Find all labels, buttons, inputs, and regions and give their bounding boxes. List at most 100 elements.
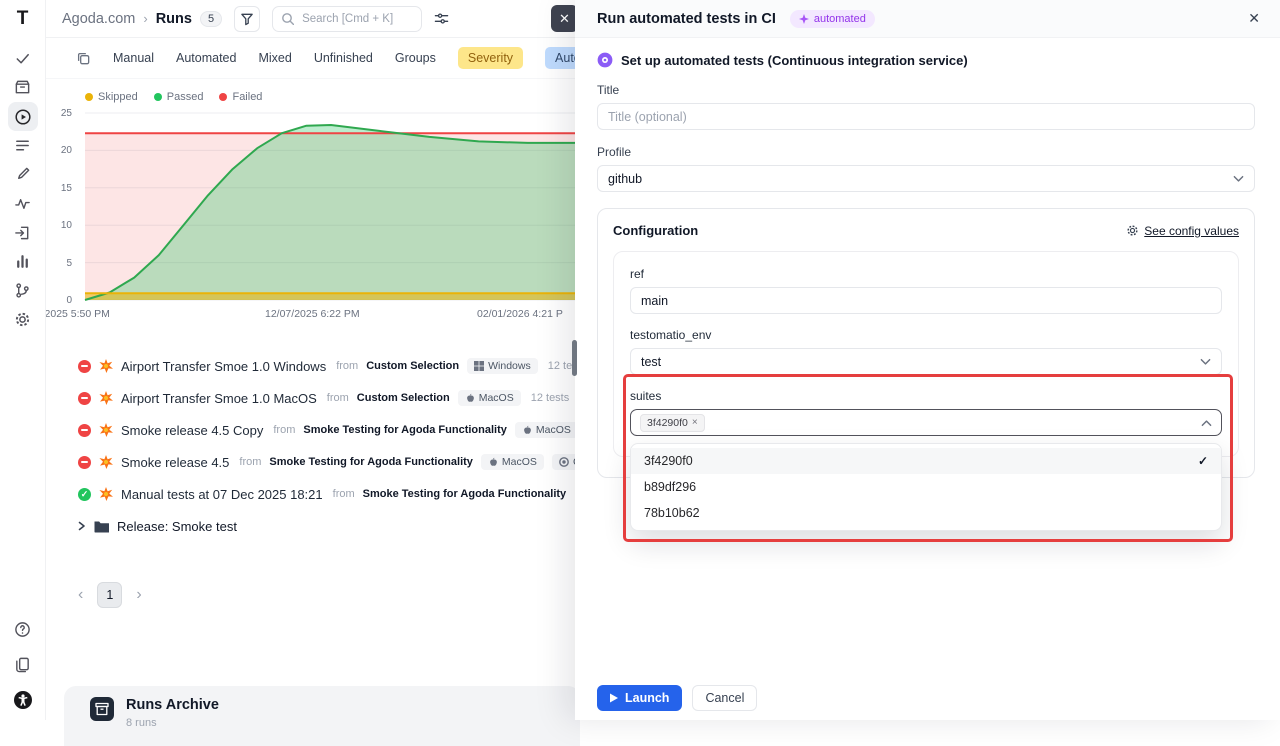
- list-icon: [14, 137, 31, 154]
- legend-item-failed: Failed: [219, 91, 262, 103]
- app-logo[interactable]: T: [17, 8, 29, 30]
- popover-close-button[interactable]: ✕: [551, 5, 578, 32]
- chevron-up-icon[interactable]: [1201, 419, 1212, 427]
- remove-tag-icon[interactable]: ×: [692, 417, 698, 428]
- burst-icon: [99, 423, 113, 437]
- burst-icon: [99, 487, 113, 501]
- branch-icon: [14, 282, 31, 299]
- env-select[interactable]: test: [630, 348, 1222, 375]
- run-from-label: from: [239, 456, 261, 468]
- run-row[interactable]: Manual tests at 07 Dec 2025 18:21 from S…: [78, 478, 580, 510]
- main-pane: Agoda.com › Runs 5 ✕ Manual Automated Mi…: [46, 0, 580, 720]
- folder-label[interactable]: Release: Smoke test: [117, 519, 237, 534]
- env-field-label: testomatio_env: [630, 328, 1222, 342]
- x-tick-label: 02/01/2026 4:21 P: [477, 308, 563, 320]
- run-row[interactable]: Airport Transfer Smoe 1.0 MacOS from Cus…: [78, 382, 580, 414]
- apple-icon: [522, 425, 532, 435]
- search-input[interactable]: [300, 12, 413, 26]
- play-circle-icon: [14, 108, 32, 126]
- sidebar-item-help[interactable]: [8, 615, 38, 644]
- tab-severity[interactable]: Severity: [458, 47, 523, 69]
- automated-badge-label: automated: [814, 13, 866, 25]
- play-icon: [610, 693, 618, 703]
- sidebar-item-branches[interactable]: [8, 276, 38, 305]
- sidebar-item-plans[interactable]: [8, 131, 38, 160]
- run-source: Custom Selection: [357, 392, 450, 404]
- dropdown-option[interactable]: b89df296: [631, 474, 1221, 500]
- chevron-right-icon[interactable]: [78, 521, 86, 531]
- current-page-button[interactable]: 1: [97, 582, 122, 608]
- run-row[interactable]: Smoke release 4.5 from Smoke Testing for…: [78, 446, 580, 478]
- profile-select-value: github: [608, 172, 642, 186]
- suites-multiselect[interactable]: 3f4290f0 ×: [630, 409, 1222, 436]
- modal-section-header: Set up automated tests (Continuous integ…: [597, 52, 1255, 68]
- tab-manual[interactable]: Manual: [113, 51, 154, 65]
- sidebar-item-reports[interactable]: [8, 247, 38, 276]
- dropdown-option[interactable]: 3f4290f0 ✓: [631, 448, 1221, 474]
- scrollbar-thumb[interactable]: [572, 340, 577, 376]
- filter-button[interactable]: [234, 6, 260, 32]
- sidebar-item-accessibility[interactable]: [8, 685, 38, 714]
- check-icon: ✓: [1198, 454, 1208, 468]
- dropdown-option[interactable]: 78b10b62: [631, 500, 1221, 526]
- tab-unfinished[interactable]: Unfinished: [314, 51, 373, 65]
- profile-field-label: Profile: [597, 145, 1255, 159]
- cancel-button[interactable]: Cancel: [692, 685, 757, 711]
- run-title[interactable]: Airport Transfer Smoe 1.0 MacOS: [121, 391, 317, 406]
- sidebar-item-import[interactable]: [8, 218, 38, 247]
- chart-plot-area: 0510152025: [85, 113, 577, 300]
- run-title[interactable]: Manual tests at 07 Dec 2025 18:21: [121, 487, 323, 502]
- brush-icon: [14, 166, 31, 183]
- next-page-button[interactable]: ›: [136, 587, 141, 603]
- burst-icon: [99, 391, 113, 405]
- pages-icon[interactable]: [76, 51, 91, 66]
- sidebar-item-checks[interactable]: [8, 44, 38, 73]
- profile-select[interactable]: github: [597, 165, 1255, 192]
- run-title[interactable]: Smoke release 4.5 Copy: [121, 423, 263, 438]
- suites-dropdown: 3f4290f0 ✓ b89df296 78b10b62: [630, 443, 1222, 531]
- sidebar-item-suites[interactable]: [8, 73, 38, 102]
- runs-archive-card[interactable]: Runs Archive 8 runs: [64, 686, 580, 746]
- launch-button-label: Launch: [625, 691, 669, 705]
- run-row[interactable]: Smoke release 4.5 Copy from Smoke Testin…: [78, 414, 580, 446]
- launch-button[interactable]: Launch: [597, 685, 682, 711]
- sidebar-item-settings[interactable]: [8, 305, 38, 334]
- y-tick-label: 20: [61, 145, 72, 156]
- run-title[interactable]: Smoke release 4.5: [121, 455, 229, 470]
- see-config-values-link[interactable]: See config values: [1126, 224, 1239, 238]
- title-input[interactable]: [597, 103, 1255, 130]
- breadcrumb-project[interactable]: Agoda.com: [62, 11, 135, 27]
- tab-automated[interactable]: Automated: [176, 51, 236, 65]
- failed-status-icon: [78, 360, 91, 373]
- option-label: 78b10b62: [644, 506, 700, 520]
- run-title[interactable]: Airport Transfer Smoe 1.0 Windows: [121, 359, 326, 374]
- search-box[interactable]: [272, 6, 422, 32]
- import-icon: [14, 224, 31, 241]
- prev-page-button[interactable]: ‹: [78, 587, 83, 603]
- breadcrumb-page[interactable]: Runs: [156, 11, 192, 27]
- run-row[interactable]: Airport Transfer Smoe 1.0 Windows from C…: [78, 350, 580, 382]
- sidebar-item-analytics[interactable]: [8, 189, 38, 218]
- chevron-down-icon: [1233, 175, 1244, 183]
- run-folder-row[interactable]: Release: Smoke test: [78, 510, 580, 542]
- env-select-value: test: [641, 355, 661, 369]
- view-settings-button[interactable]: [434, 11, 449, 26]
- see-config-values-text[interactable]: See config values: [1144, 224, 1239, 238]
- y-tick-label: 25: [61, 108, 72, 119]
- selected-suite-tag[interactable]: 3f4290f0 ×: [640, 414, 705, 432]
- sidebar-item-runs[interactable]: [8, 102, 38, 131]
- close-icon[interactable]: ✕: [1248, 0, 1260, 37]
- sidebar-item-customize[interactable]: [8, 160, 38, 189]
- ref-input[interactable]: [630, 287, 1222, 314]
- tab-mixed[interactable]: Mixed: [258, 51, 291, 65]
- config-fields-panel: ref testomatio_env test suites 3f4290f0 …: [613, 251, 1239, 457]
- configuration-panel: Configuration See config values ref test…: [597, 208, 1255, 478]
- package-icon: [14, 79, 31, 96]
- gear-icon: [14, 311, 31, 328]
- tab-groups[interactable]: Groups: [395, 51, 436, 65]
- search-icon: [281, 12, 294, 25]
- passed-status-icon: [78, 488, 91, 501]
- legend-dot: [219, 93, 227, 101]
- legend-item-passed: Passed: [154, 91, 204, 103]
- sidebar-item-docs[interactable]: [8, 650, 38, 679]
